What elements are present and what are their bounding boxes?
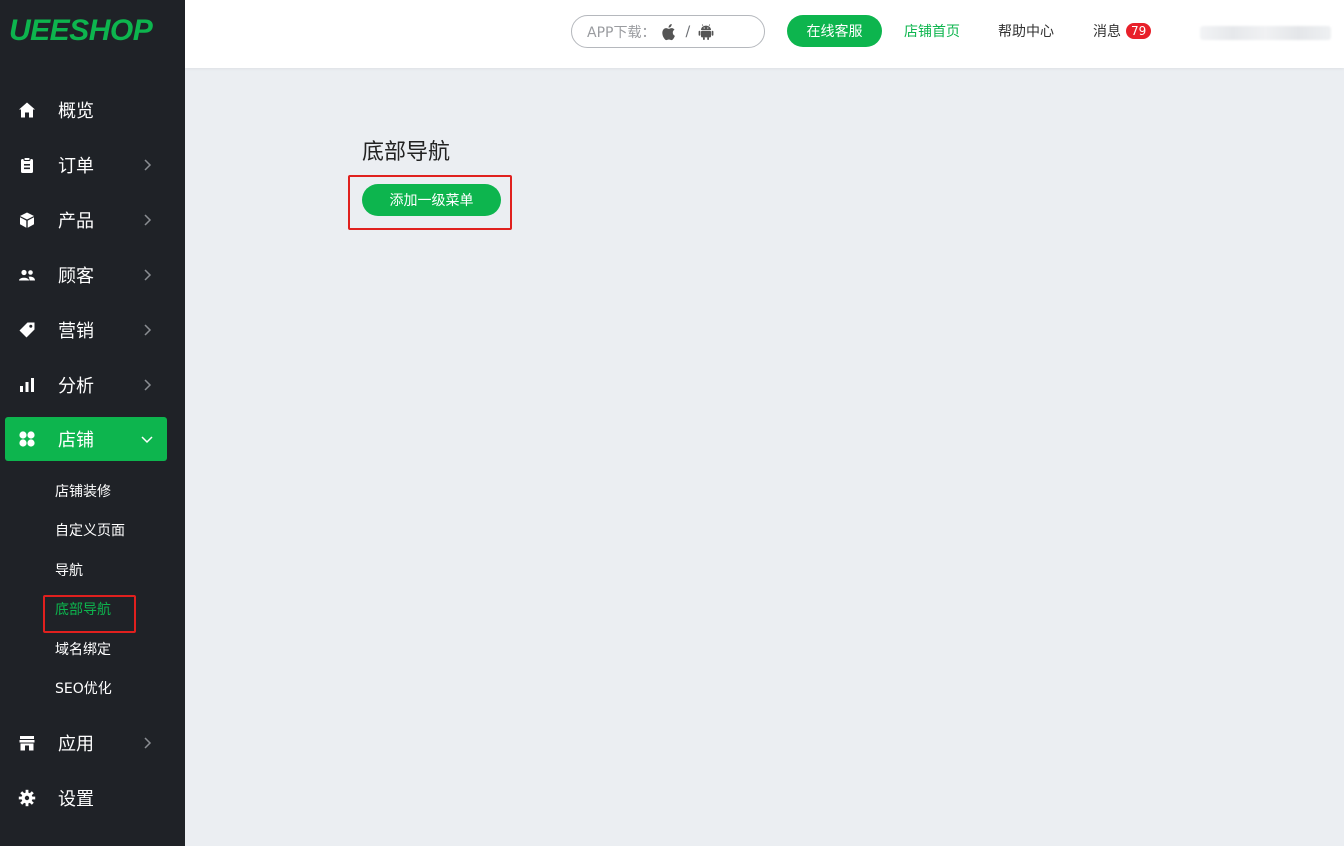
online-service-button[interactable]: 在线客服 [787, 15, 882, 47]
chevron-right-icon [139, 267, 155, 283]
chevron-right-icon [139, 212, 155, 228]
tag-icon [17, 320, 37, 340]
sidebar-item-label: 顾客 [58, 266, 94, 287]
messages-label: 消息 [1093, 24, 1121, 40]
app-download-pill: APP下载： / [571, 15, 765, 48]
sidebar-item-label: 分析 [58, 376, 94, 397]
top-header: APP下载： / 在线客服 店铺首页 帮助中心 消息 79 [185, 0, 1344, 68]
sidebar-item-analytics[interactable]: 分析 [5, 363, 167, 407]
submenu-seo[interactable]: SEO优化 [55, 679, 112, 699]
sidebar-item-orders[interactable]: 订单 [5, 143, 167, 187]
messages-link[interactable]: 消息 79 [1093, 22, 1152, 42]
user-account-blurred[interactable] [1200, 26, 1331, 40]
sidebar-item-label: 应用 [58, 734, 94, 755]
sidebar-item-overview[interactable]: 概览 [5, 88, 167, 132]
gear-icon [17, 788, 37, 808]
submenu-navigation[interactable]: 导航 [55, 561, 83, 581]
sidebar-item-label: 店铺 [58, 430, 94, 451]
storefront-icon [17, 733, 37, 753]
submenu-footer-navigation[interactable]: 底部导航 [55, 600, 111, 620]
sidebar-item-products[interactable]: 产品 [5, 198, 167, 242]
help-center-link[interactable]: 帮助中心 [998, 22, 1054, 42]
chevron-right-icon [139, 322, 155, 338]
sidebar-item-label: 产品 [58, 211, 94, 232]
home-icon [17, 100, 37, 120]
apple-icon[interactable] [661, 23, 677, 41]
sidebar-item-label: 概览 [58, 101, 94, 122]
page-title: 底部导航 [362, 140, 451, 165]
chevron-right-icon [139, 735, 155, 751]
add-top-level-menu-button[interactable]: 添加一级菜单 [362, 184, 501, 216]
box-icon [17, 210, 37, 230]
submenu-custom-pages[interactable]: 自定义页面 [55, 521, 125, 541]
sidebar: UEESHOP 概览 订单 产品 顾客 营销 分析 店铺 店铺装修 自定义页面 … [0, 0, 185, 846]
submenu-store-decoration[interactable]: 店铺装修 [55, 482, 111, 502]
sidebar-item-apps[interactable]: 应用 [5, 721, 167, 765]
messages-count-badge: 79 [1126, 23, 1152, 39]
submenu-domain-binding[interactable]: 域名绑定 [55, 640, 111, 660]
chevron-right-icon [139, 377, 155, 393]
separator-text: / [685, 23, 691, 40]
sidebar-item-store[interactable]: 店铺 [5, 417, 167, 461]
sidebar-item-marketing[interactable]: 营销 [5, 308, 167, 352]
sidebar-item-label: 订单 [58, 156, 94, 177]
sidebar-item-settings[interactable]: 设置 [5, 776, 167, 820]
sidebar-item-label: 营销 [58, 321, 94, 342]
sidebar-item-label: 设置 [58, 789, 94, 810]
android-icon[interactable] [698, 23, 714, 41]
store-home-link[interactable]: 店铺首页 [904, 22, 960, 42]
sidebar-item-customers[interactable]: 顾客 [5, 253, 167, 297]
ueeshop-logo[interactable]: UEESHOP [9, 14, 153, 48]
grid-icon [17, 429, 37, 449]
chevron-down-icon [139, 431, 155, 447]
bar-chart-icon [17, 375, 37, 395]
clipboard-icon [17, 155, 37, 175]
chevron-right-icon [139, 157, 155, 173]
users-icon [17, 265, 37, 285]
app-download-label: APP下载： [587, 24, 656, 41]
